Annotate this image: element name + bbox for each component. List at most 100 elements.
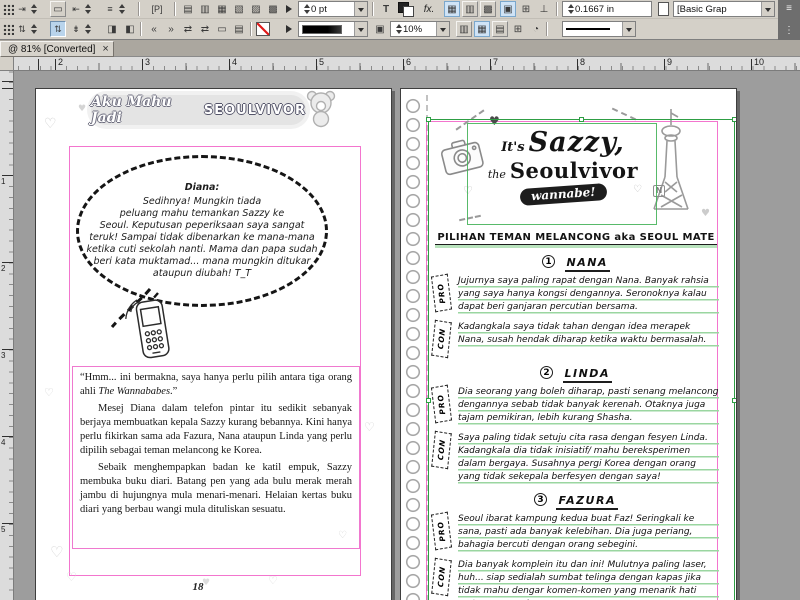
- rotate-cw-button[interactable]: [163, 21, 179, 37]
- selection-handle[interactable]: [732, 398, 737, 403]
- document-tab-label: @ 81% [Converted]: [8, 44, 95, 55]
- baseline-grid-button[interactable]: [518, 1, 534, 17]
- grid-view-button[interactable]: [444, 1, 460, 17]
- horizontal-ruler[interactable]: 2 3 4 5 6 7 8 9 10: [0, 57, 800, 71]
- separator: [372, 2, 373, 16]
- close-tab-icon[interactable]: ×: [102, 44, 108, 54]
- reference-point-proxy-icon[interactable]: [3, 4, 14, 15]
- grid-snap-button[interactable]: [510, 21, 526, 37]
- scale-x-spinner[interactable]: [16, 21, 38, 37]
- weight-field[interactable]: 0.1667 in: [562, 1, 652, 17]
- heart-icon: [50, 545, 63, 560]
- selection-handle[interactable]: [732, 117, 737, 122]
- bubble-line: Seoul. Keputusan peperiksaan saya sangat: [100, 220, 305, 232]
- dropdown-arrow-icon[interactable]: [354, 2, 367, 16]
- dropdown-arrow-icon[interactable]: [436, 22, 449, 36]
- corner-options-button[interactable]: [480, 1, 496, 17]
- separator: [556, 2, 557, 16]
- select-container-button[interactable]: [214, 21, 230, 37]
- heart-icon: [268, 575, 278, 586]
- tint-icon[interactable]: [372, 21, 388, 37]
- fill-stroke-swatch-icon[interactable]: [398, 2, 413, 16]
- scale-x-icon: [16, 24, 28, 35]
- preview-mode-button[interactable]: [500, 1, 516, 17]
- vertical-ruler[interactable]: 1 2 3 4 5: [0, 71, 14, 600]
- distribute-top-button[interactable]: [180, 1, 196, 17]
- paragraph: “Hmm... ini bermakna, saya hanya perlu p…: [80, 371, 352, 399]
- ruler-number: 3: [145, 57, 150, 67]
- shear-button[interactable]: [197, 21, 213, 37]
- dropdown-arrow-icon[interactable]: [354, 22, 367, 36]
- scale-y-spinner[interactable]: [70, 21, 92, 37]
- bubble-line: peluang mahu temankan Sazzy ke: [120, 208, 284, 220]
- flip-vertical-button[interactable]: [122, 21, 138, 37]
- tint-field-value: 10%: [403, 24, 422, 35]
- flip-horizontal-button[interactable]: [104, 21, 120, 37]
- text-wrap-button[interactable]: [378, 1, 394, 17]
- separator: [546, 22, 547, 36]
- reference-point-proxy-icon[interactable]: [3, 24, 14, 35]
- ruler-number: 2: [1, 264, 5, 273]
- flyout-arrow-icon[interactable]: [286, 5, 296, 13]
- frame-fitting-button[interactable]: [462, 1, 478, 17]
- swap-fill-stroke-button[interactable]: [180, 21, 196, 37]
- selection-handle[interactable]: [426, 398, 431, 403]
- scale-y-icon: [70, 24, 82, 35]
- distribute-left-button[interactable]: [231, 1, 247, 17]
- display-quality-button[interactable]: [492, 21, 508, 37]
- effects-button[interactable]: fx.: [418, 1, 440, 17]
- opacity-icon[interactable]: [528, 21, 544, 37]
- page-right[interactable]: N It'sSazzy, theSeoulvivor wannabe! PILI…: [400, 88, 737, 600]
- page-proxy-icon[interactable]: [658, 2, 669, 16]
- tint-field[interactable]: 10%: [390, 21, 450, 37]
- document-tab[interactable]: @ 81% [Converted] ×: [0, 41, 114, 57]
- overprint-button[interactable]: [456, 21, 472, 37]
- body-text-frame[interactable]: “Hmm... ini bermakna, saya hanya perlu p…: [72, 366, 360, 549]
- control-panel-row-2: 10%: [0, 20, 778, 39]
- distribute-bottom-button[interactable]: [214, 1, 230, 17]
- ruler-number: 7: [493, 57, 498, 67]
- bubble-line: ketika cuti sekolah nanti. Mama dan papa…: [86, 244, 317, 256]
- distribute-vcenter-button[interactable]: [197, 1, 213, 17]
- separator: [138, 2, 139, 16]
- paragraph: Mesej Diana dalam telefon pintar itu sed…: [80, 402, 352, 458]
- screen-mode-button[interactable]: [474, 21, 490, 37]
- stroke-none-swatch-icon[interactable]: [256, 22, 270, 36]
- align-baseline-button[interactable]: [536, 1, 552, 17]
- select-content-button[interactable]: [231, 21, 247, 37]
- object-style-combo[interactable]: [Basic Grap: [673, 1, 775, 17]
- paragraph-style-icon[interactable]: [144, 1, 170, 17]
- stroke-type-combo[interactable]: [562, 21, 636, 37]
- selection-frame[interactable]: [428, 119, 735, 600]
- paragraph-text: .”: [170, 386, 177, 397]
- constrain-proportions-toggle[interactable]: [50, 21, 66, 37]
- bubble-speaker: Diana:: [185, 182, 220, 194]
- pasteboard[interactable]: Aku Mahu Jadi SEOULVIVOR Dia: [14, 71, 800, 600]
- ruler-number: 3: [1, 351, 5, 360]
- distribute-right-button[interactable]: [265, 1, 281, 17]
- fill-color-combo[interactable]: [298, 21, 368, 37]
- page-left[interactable]: Aku Mahu Jadi SEOULVIVOR Dia: [35, 88, 392, 600]
- dropdown-arrow-icon[interactable]: [761, 2, 774, 16]
- dropdown-arrow-icon[interactable]: [622, 22, 635, 36]
- ruler-origin-box[interactable]: [0, 57, 14, 71]
- black-swatch-icon: [302, 25, 342, 34]
- panel-menu-button[interactable]: ≡⋮: [778, 0, 800, 40]
- object-style-value: [Basic Grap: [677, 4, 727, 15]
- align-frame-button[interactable]: [50, 1, 66, 17]
- space-before-spinner[interactable]: [104, 1, 126, 17]
- distribute-hcenter-button[interactable]: [248, 1, 264, 17]
- chapter-title-caps: SEOULVIVOR: [204, 103, 306, 118]
- offset-field[interactable]: 0 pt: [298, 1, 368, 17]
- control-panel-row-1: 0 pt fx. 0.1667 in [Basic Grap: [0, 0, 778, 19]
- flyout-arrow-icon[interactable]: [286, 25, 296, 33]
- ruler-number: 6: [406, 57, 411, 67]
- selection-handle[interactable]: [579, 117, 584, 122]
- ruler-number: 10: [754, 57, 764, 67]
- teddy-bear-illustration: [300, 88, 342, 127]
- indent-left-spinner[interactable]: [16, 1, 38, 17]
- scallop-border: [403, 97, 423, 600]
- indent-right-spinner[interactable]: [70, 1, 92, 17]
- rotate-ccw-button[interactable]: [146, 21, 162, 37]
- selection-handle[interactable]: [426, 117, 431, 122]
